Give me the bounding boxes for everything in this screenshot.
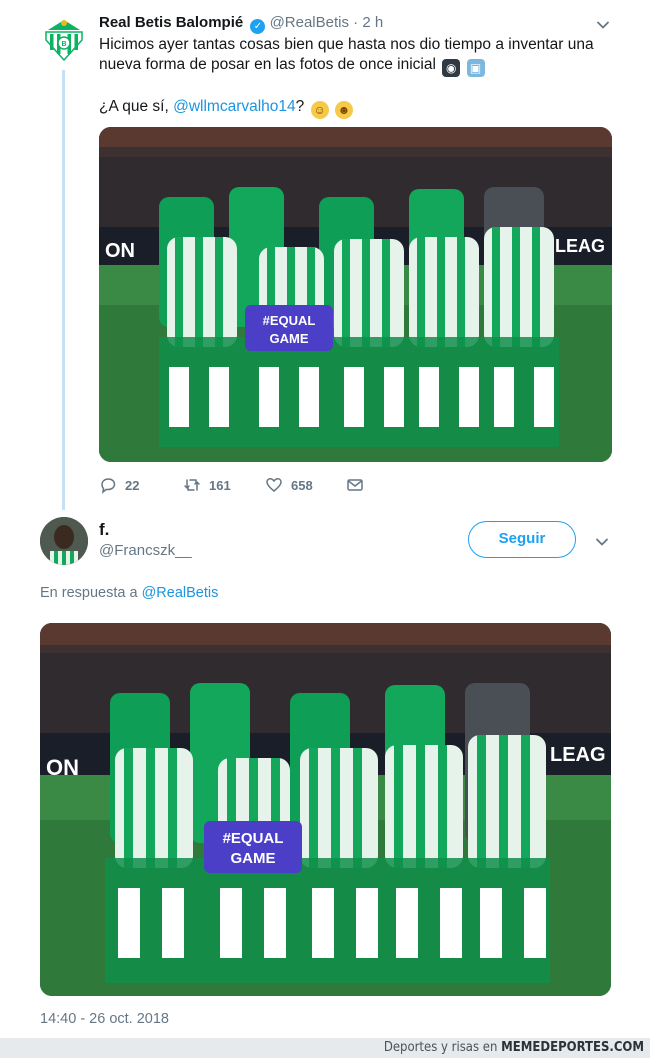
chevron-down-icon[interactable] xyxy=(595,535,609,549)
reply-prefix: En respuesta a xyxy=(40,585,142,601)
framed-picture-icon: ▣ xyxy=(466,59,485,77)
user-avatar[interactable] xyxy=(40,517,88,565)
tweet-text-question-suffix: ? xyxy=(295,98,305,115)
follow-button[interactable]: Seguir xyxy=(468,521,576,558)
svg-text:#EQUAL: #EQUAL xyxy=(263,313,316,328)
banner-right-text: LEAG xyxy=(555,236,605,256)
real-betis-avatar[interactable]: B xyxy=(40,16,88,64)
camera-flash-icon: ◉ xyxy=(442,59,461,77)
banner-left-text: ON xyxy=(105,240,135,262)
reply-count: 22 xyxy=(125,477,140,493)
team-photo-edited[interactable]: ON LEAG #EQUAL GAME xyxy=(40,623,611,996)
reply-action[interactable]: 22 xyxy=(99,476,139,494)
banner-right-text: LEAG xyxy=(550,744,606,766)
grinning-face-icon: ☻ xyxy=(334,101,353,119)
svg-text:#EQUAL: #EQUAL xyxy=(223,830,284,847)
retweet-action[interactable]: 161 xyxy=(183,476,231,494)
tweet-timestamp[interactable]: 14:40 - 26 oct. 2018 xyxy=(40,1011,169,1027)
avatar-photo-icon xyxy=(40,517,88,565)
tweet-text: Hicimos ayer tantas cosas bien que hasta… xyxy=(99,35,619,139)
reply-mention-link[interactable]: @RealBetis xyxy=(142,585,219,601)
like-count: 658 xyxy=(291,477,313,493)
verified-badge-icon: ✓ xyxy=(250,19,266,34)
mention-link[interactable]: @wllmcarvalho14 xyxy=(173,98,296,115)
svg-text:GAME: GAME xyxy=(231,850,276,867)
retweet-icon xyxy=(184,479,200,491)
tweet-text-question-prefix: ¿A que sí, xyxy=(99,98,174,115)
reply-icon xyxy=(101,478,116,494)
reply-context: En respuesta a @RealBetis xyxy=(40,585,218,601)
watermark-prefix: Deportes y risas en xyxy=(383,1040,502,1055)
betis-crest-icon: B xyxy=(45,20,83,62)
equal-game-sign: #EQUAL GAME xyxy=(245,305,333,351)
rolling-laughing-icon: ☺ xyxy=(310,101,329,119)
tweet-time[interactable]: 2 h xyxy=(362,14,383,31)
user-handle[interactable]: @Francszk__ xyxy=(99,542,192,559)
display-name[interactable]: f. xyxy=(99,520,109,540)
retweet-count: 161 xyxy=(209,477,231,493)
players-front-row xyxy=(105,735,550,983)
envelope-icon xyxy=(347,479,363,491)
display-name[interactable]: Real Betis Balompié xyxy=(99,14,243,31)
watermark-brand: MEMEDEPORTES.COM xyxy=(501,1040,644,1055)
tweet-original: B Real Betis Balompié ✓ @RealBetis · 2 h… xyxy=(0,0,650,510)
players-front-row xyxy=(159,227,559,447)
tweet-header: Real Betis Balompié ✓ @RealBetis · 2 h xyxy=(99,13,383,34)
svg-text:B: B xyxy=(61,41,66,48)
reply-tweet-header: f. @Francszk__ Seguir xyxy=(0,512,650,582)
equal-game-sign: #EQUAL GAME xyxy=(204,821,302,873)
team-photo-original[interactable]: ON LEAG #EQUAL GAME xyxy=(99,127,612,462)
watermark: Deportes y risas en MEMEDEPORTES.COM xyxy=(384,1039,644,1057)
tweet-text-line1: Hicimos ayer tantas cosas bien que hasta… xyxy=(99,36,594,73)
thread-connector-line xyxy=(62,70,65,510)
svg-text:GAME: GAME xyxy=(270,331,309,346)
separator-dot: · xyxy=(353,14,359,31)
like-action[interactable]: 658 xyxy=(265,476,313,494)
user-handle[interactable]: @RealBetis xyxy=(270,14,349,31)
chevron-down-icon[interactable] xyxy=(596,18,610,32)
heart-icon xyxy=(266,478,282,492)
direct-message-action[interactable] xyxy=(346,476,364,494)
